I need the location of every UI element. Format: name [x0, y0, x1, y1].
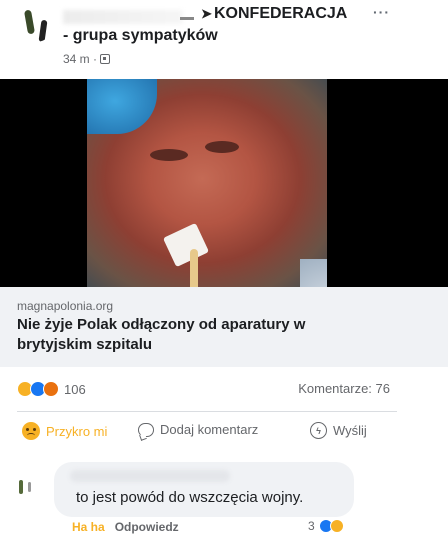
action-bar: Przykro mi Dodaj komentarz ϟ Wyślij: [0, 422, 448, 446]
comment-label: Dodaj komentarz: [160, 422, 259, 437]
avatar-mark: [19, 480, 23, 494]
post-header: ➤ KONFEDERACJA ··· - grupa sympatyków 34…: [0, 0, 448, 76]
comment-button[interactable]: Dodaj komentarz: [138, 422, 258, 437]
comment-bubble: to jest powód do wszczęcia wojny.: [54, 462, 354, 517]
group-avatar[interactable]: [18, 6, 54, 42]
group-subtitle[interactable]: - grupa sympatyków: [63, 27, 218, 45]
photo-background: [327, 79, 448, 287]
redacted-commenter: [70, 470, 230, 482]
send-button[interactable]: ϟ Wyślij: [310, 422, 367, 439]
more-options-icon[interactable]: ···: [373, 4, 390, 20]
link-domain: magnapolonia.org: [17, 299, 114, 313]
comment-text: to jest powód do wszczęcia wojny.: [76, 489, 304, 506]
post-time[interactable]: 34 m ·: [63, 52, 97, 66]
post-meta: 34 m ·: [63, 52, 111, 66]
commenter-avatar[interactable]: [15, 476, 37, 502]
caret-right-icon: ➤: [201, 6, 212, 21]
sad-face-icon: [22, 422, 40, 440]
comment-actions: Ha ha Odpowiedz: [72, 520, 179, 534]
privacy-icon: [100, 54, 111, 64]
react-label: Przykro mi: [46, 423, 108, 439]
reaction-count: 106: [64, 381, 86, 397]
avatar-mark: [28, 482, 31, 492]
link-preview[interactable]: magnapolonia.org Nie żyje Polak odłączon…: [0, 287, 448, 367]
comment-reactions[interactable]: 3: [308, 519, 344, 533]
redacted-author: [63, 10, 183, 24]
react-button[interactable]: Przykro mi: [22, 422, 107, 440]
post-image[interactable]: [0, 79, 448, 287]
reaction-summary[interactable]: 106: [17, 379, 86, 399]
divider: [17, 411, 397, 412]
messenger-icon: ϟ: [310, 422, 327, 439]
avatar-mark: [23, 9, 36, 35]
comment-bubble-icon: [138, 422, 154, 437]
comment-reaction-count: 3: [308, 519, 315, 533]
photo-detail: [190, 249, 198, 287]
redacted-author: [180, 17, 194, 20]
link-title: Nie żyje Polak odłączony od aparatury w …: [17, 316, 306, 353]
photo-detail: [150, 149, 188, 161]
group-name[interactable]: KONFEDERACJA: [214, 5, 347, 23]
comment-reply-button[interactable]: Odpowiedz: [115, 520, 179, 534]
photo-detail: [205, 141, 239, 153]
avatar-mark: [38, 19, 48, 42]
angry-reaction-icon: [43, 381, 59, 397]
comment-haha-button[interactable]: Ha ha: [72, 520, 105, 534]
send-label: Wyślij: [333, 423, 367, 438]
haha-reaction-icon: [329, 519, 344, 533]
comment-count[interactable]: Komentarze: 76: [298, 381, 390, 396]
